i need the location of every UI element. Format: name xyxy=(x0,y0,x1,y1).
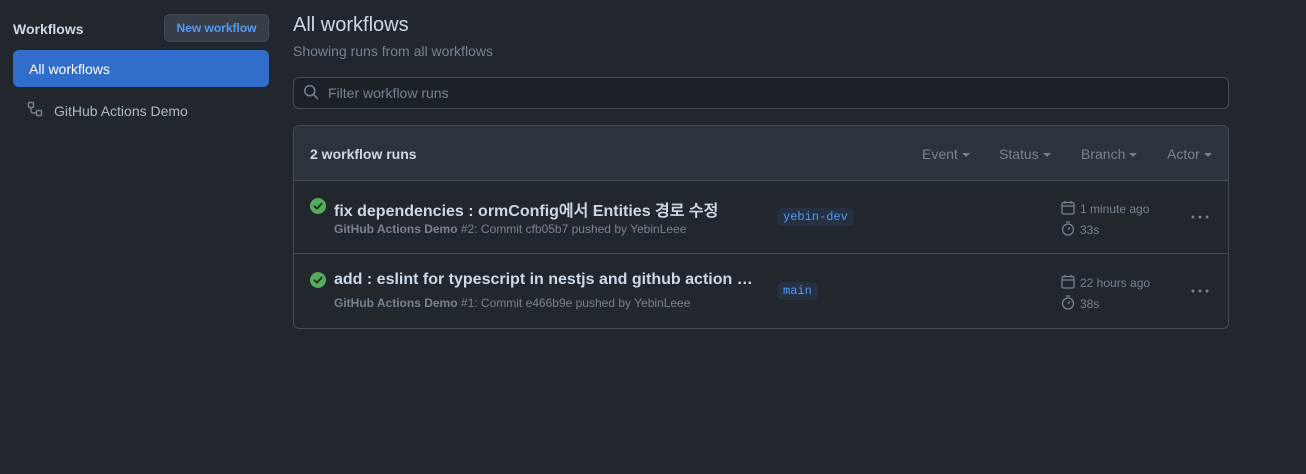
stopwatch-icon xyxy=(1061,295,1080,313)
sidebar: Workflows New workflow All workflows Git… xyxy=(0,0,283,474)
run-duration-text: 38s xyxy=(1080,297,1100,311)
status-filter-label: Status xyxy=(999,146,1039,162)
run-time: 22 hours ago xyxy=(1061,274,1150,292)
actor-filter-dropdown[interactable]: Actor xyxy=(1167,146,1212,162)
workflow-run-row: add : eslint for typescript in nestjs an… xyxy=(294,254,1228,328)
branch-label[interactable]: main xyxy=(777,282,818,300)
success-check-icon xyxy=(310,272,326,291)
kebab-menu-icon[interactable] xyxy=(1187,210,1213,224)
run-meta-text: #2: Commit cfb05b7 pushed by YebinLeee xyxy=(457,222,687,236)
workflow-runs-box: 2 workflow runs Event Status Branch Acto… xyxy=(293,125,1229,329)
run-meta: GitHub Actions Demo #1: Commit e466b9e p… xyxy=(334,296,690,310)
run-time: 1 minute ago xyxy=(1061,200,1149,218)
runs-header: 2 workflow runs Event Status Branch Acto… xyxy=(294,126,1228,181)
filter-input[interactable] xyxy=(328,85,1208,101)
run-workflow-name: GitHub Actions Demo xyxy=(334,222,458,236)
page-title: All workflows xyxy=(293,14,409,36)
branch-filter-label: Branch xyxy=(1081,146,1126,162)
filter-box xyxy=(293,77,1229,109)
stopwatch-icon xyxy=(1061,221,1080,239)
caret-down-icon xyxy=(1042,153,1051,157)
calendar-icon xyxy=(1061,274,1080,292)
runs-count: 2 workflow runs xyxy=(310,146,417,162)
sidebar-item-label: GitHub Actions Demo xyxy=(54,102,188,119)
sidebar-item-github-actions-demo[interactable]: GitHub Actions Demo xyxy=(13,92,269,129)
workflow-icon xyxy=(27,101,54,120)
run-time-text: 22 hours ago xyxy=(1080,276,1151,290)
caret-down-icon xyxy=(961,153,970,157)
sidebar-title: Workflows xyxy=(13,21,84,37)
new-workflow-button[interactable]: New workflow xyxy=(164,14,269,42)
run-duration: 38s xyxy=(1061,295,1099,313)
status-filter-dropdown[interactable]: Status xyxy=(999,146,1051,162)
run-title-link[interactable]: fix dependencies : ormConfig에서 Entities … xyxy=(334,197,760,221)
sidebar-item-all-workflows[interactable]: All workflows xyxy=(13,50,269,87)
kebab-menu-icon[interactable] xyxy=(1187,284,1213,298)
branch-filter-dropdown[interactable]: Branch xyxy=(1081,146,1138,162)
event-filter-dropdown[interactable]: Event xyxy=(922,146,970,162)
success-check-icon xyxy=(310,198,326,217)
event-filter-label: Event xyxy=(922,146,958,162)
run-duration-text: 33s xyxy=(1080,223,1100,237)
caret-down-icon xyxy=(1129,153,1138,157)
branch-label[interactable]: yebin-dev xyxy=(777,208,854,226)
calendar-icon xyxy=(1061,200,1080,218)
run-title-link[interactable]: add : eslint for typescript in nestjs an… xyxy=(334,271,760,289)
workflow-run-row: fix dependencies : ormConfig에서 Entities … xyxy=(294,180,1228,254)
run-meta: GitHub Actions Demo #2: Commit cfb05b7 p… xyxy=(334,222,686,236)
sidebar-item-label: All workflows xyxy=(29,60,110,77)
search-icon xyxy=(303,84,328,103)
actor-filter-label: Actor xyxy=(1167,146,1200,162)
run-meta-text: #1: Commit e466b9e pushed by YebinLeee xyxy=(457,296,691,310)
page-subtitle: Showing runs from all workflows xyxy=(293,43,493,59)
run-duration: 33s xyxy=(1061,221,1099,239)
run-time-text: 1 minute ago xyxy=(1080,202,1150,216)
run-workflow-name: GitHub Actions Demo xyxy=(334,296,458,310)
caret-down-icon xyxy=(1203,153,1212,157)
